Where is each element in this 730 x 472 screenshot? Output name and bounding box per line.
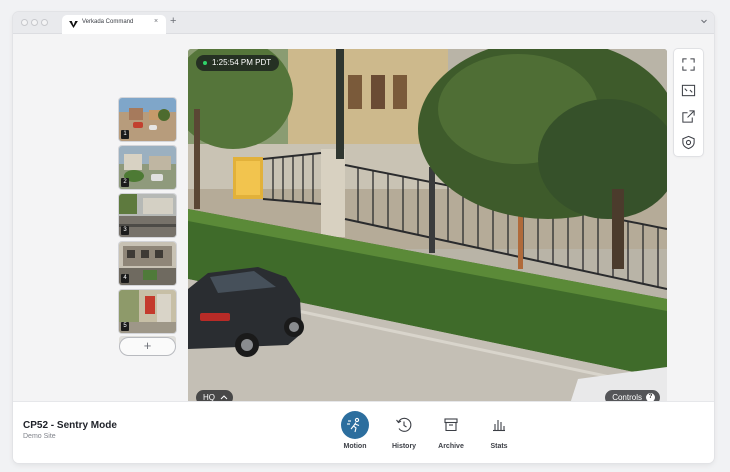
history-button[interactable]: History [382,410,426,456]
timestamp-text: 1:25:54 PM PDT [212,58,272,67]
view-tools-panel [674,49,703,156]
chevron-down-icon[interactable] [700,17,708,25]
stats-icon [493,420,505,432]
camera-view-area: 1 2 3 4 5 + 1:25:54 PM PDT HQ Controls ? [13,35,714,410]
share-icon[interactable] [681,109,696,124]
motion-label: Motion [343,443,367,450]
stats-button[interactable]: Stats [477,410,521,456]
window-minimize-dot[interactable] [31,19,38,26]
new-tab-icon[interactable]: + [170,15,176,27]
tab-title: Verkada Command [82,19,134,25]
camera-feed[interactable]: 1:25:54 PM PDT HQ Controls ? [188,49,667,410]
archive-button[interactable]: Archive [429,410,473,456]
stats-label: Stats [490,443,508,450]
archive-icon [444,418,458,432]
browser-window: Verkada Command × + 1 2 3 4 5 + 1:25:54 … [13,12,714,463]
tab-close-icon[interactable]: × [154,18,158,25]
camera-thumbnail-1[interactable]: 1 [119,98,176,141]
window-zoom-dot[interactable] [41,19,48,26]
add-camera-button[interactable]: + [119,337,176,356]
thumbnail-number: 5 [121,322,129,331]
expand-icon[interactable] [681,57,696,72]
privacy-mask-icon[interactable] [681,135,696,150]
camera-feed-image [188,49,667,410]
motion-icon [341,411,369,439]
camera-footer: CP52 - Sentry Mode Demo Site Motion Hist… [13,401,714,463]
motion-button[interactable]: Motion [333,410,377,456]
history-icon [396,417,412,432]
browser-tab-bar: Verkada Command × + [13,12,714,34]
history-label: History [391,443,417,450]
camera-thumbnail-2[interactable]: 2 [119,146,176,189]
camera-thumbnail-3[interactable]: 3 [119,194,176,237]
window-close-dot[interactable] [21,19,28,26]
camera-thumbnail-4[interactable]: 4 [119,242,176,285]
thumbnail-number: 3 [121,226,129,235]
camera-site: Demo Site [23,433,56,440]
archive-label: Archive [438,443,464,450]
live-indicator-dot [203,61,207,65]
verkada-logo-icon [69,21,78,28]
camera-name: CP52 - Sentry Mode [23,420,117,431]
chevron-up-icon [220,395,228,400]
camera-thumbnail-5[interactable]: 5 [119,290,176,333]
browser-tab[interactable]: Verkada Command × [62,15,166,34]
thumbnail-number: 4 [121,274,129,283]
thumbnail-number: 2 [121,178,129,187]
live-timestamp: 1:25:54 PM PDT [196,55,280,71]
fit-screen-icon[interactable] [681,83,696,98]
thumbnail-number: 1 [121,130,129,139]
